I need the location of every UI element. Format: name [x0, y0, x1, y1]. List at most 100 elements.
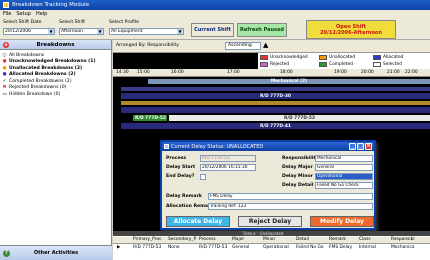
delay-remark-label: Delay Remark: [166, 194, 202, 199]
filter-label: Unallocated Breakdowns (2): [9, 65, 83, 71]
column-header[interactable]: Secondary_P: [168, 237, 196, 242]
profile-select[interactable]: All Equipment ▼: [109, 28, 184, 35]
toolbar: Select Shift Date 20/12/2006 ▼ Select Shi…: [0, 18, 430, 40]
table-cell: R/D 777D-53: [133, 245, 162, 250]
delay-major-select[interactable]: General: [315, 164, 373, 171]
breakdown-bar[interactable]: R/D 777D-52: [133, 115, 167, 121]
menu-setup[interactable]: Setup: [16, 11, 31, 17]
chevron-down-icon: ▼: [97, 29, 103, 34]
delay-detail-select[interactable]: Failed No Go Check: [315, 182, 373, 189]
responsibility-select[interactable]: Mechanical: [315, 155, 373, 162]
other-activities-button[interactable]: ? Other Activities: [0, 245, 112, 260]
refresh-paused-button[interactable]: Refresh Paused: [237, 23, 287, 37]
pointer-icon: ▲: [263, 41, 269, 49]
shift-select[interactable]: Afternoon ▼: [59, 28, 104, 35]
delay-detail-label: Delay Detail: [282, 183, 314, 188]
chevron-down-icon: ▼: [177, 29, 183, 34]
column-header[interactable]: Process: [199, 237, 216, 242]
delay-remark-field[interactable]: FMS Delay: [208, 193, 373, 200]
end-delay-label: End Delay?: [166, 174, 195, 179]
column-header[interactable]: Minor: [263, 237, 275, 242]
dialog-title: Current Delay Status: UNALLOCATED: [171, 143, 264, 150]
shift-date-select[interactable]: 20/12/2006 ▼: [3, 28, 55, 35]
hidden-icon: ▭: [2, 91, 7, 97]
gantt-rows: Mechanical (2) R/D 777D-30 R/D 777D-52 R…: [113, 77, 430, 134]
status-legend: Unacknowledged Unallocated Allocated Rej…: [258, 53, 430, 69]
process-label: Process: [166, 156, 187, 161]
minimize-icon[interactable]: _: [349, 143, 356, 150]
app-icon: [3, 2, 9, 8]
legend-label: Rejected: [270, 62, 290, 67]
shift-date-label: Select Shift Date: [3, 20, 42, 25]
time-tick: 15:00: [137, 70, 150, 75]
column-header[interactable]: Remark: [329, 237, 346, 242]
status-dot-icon: ●: [2, 65, 7, 71]
column-header[interactable]: Major: [232, 237, 244, 242]
table-cell: FMS Delay: [329, 245, 353, 250]
time-tick: 14:30: [116, 70, 129, 75]
status-dot-icon: ●: [2, 72, 7, 78]
table-cell: Mechanica: [391, 245, 415, 250]
breakdown-bar-selected[interactable]: R/D 777D-53: [169, 115, 430, 121]
shift-value: Afternoon: [61, 29, 83, 34]
breakdown-bar[interactable]: R/D 777D-30: [121, 93, 430, 99]
modify-delay-button[interactable]: Modify Delay: [310, 216, 374, 227]
sidebar-header: ✖ Breakdowns: [0, 40, 111, 50]
filter-hidden[interactable]: ▭ Hidden Breakdown (0): [2, 91, 109, 98]
breakdowns-sidebar: ✖ Breakdowns ○ All Breakdowns ● Unacknowle…: [0, 40, 112, 260]
close-icon[interactable]: ×: [365, 143, 372, 150]
check-icon: ✔: [2, 78, 7, 84]
column-header[interactable]: Primary_Proc: [133, 237, 162, 242]
menu-bar: File Setup Help: [0, 10, 430, 18]
swatch: [260, 62, 268, 67]
legend-unallocated: Unallocated: [319, 54, 355, 61]
shift-label: Select Shift: [59, 20, 86, 25]
delay-minor-select[interactable]: Operational: [315, 173, 373, 180]
legend-label: Completed: [329, 62, 353, 67]
breakdown-bar[interactable]: [121, 107, 430, 113]
time-tick: 16:00: [171, 70, 184, 75]
cross-icon: ✖: [2, 85, 7, 91]
filter-label: Rejected Breakdowns (0): [9, 85, 67, 91]
menu-help[interactable]: Help: [36, 11, 47, 17]
window-title: Breakdown Tracking Module: [12, 2, 90, 8]
filter-label: All Breakdowns: [9, 52, 45, 58]
table-cell: General: [232, 245, 250, 250]
menu-file[interactable]: File: [3, 11, 11, 17]
table-row[interactable]: ▶ R/D 777D-53 None R/D 777D-53 General O…: [113, 245, 430, 252]
time-tick: 20:00: [361, 70, 374, 75]
reject-delay-button[interactable]: Reject Delay: [238, 216, 302, 227]
time-tick: 19:00: [334, 70, 347, 75]
legend-rejected: Rejected: [260, 61, 289, 68]
track-line: [121, 101, 430, 105]
current-shift-button[interactable]: Current Shift: [191, 23, 234, 37]
sort-order-select[interactable]: Ascending: [225, 42, 261, 50]
column-header[interactable]: Class: [359, 237, 371, 242]
legend-label: Allocated: [383, 55, 404, 60]
allocation-remark-field[interactable]: Training Ref: 123: [208, 203, 373, 210]
process-field: R/D 777D-53: [200, 155, 256, 162]
filter-label: Allocated Breakdowns (2): [9, 72, 76, 78]
group-header: Mechanical (2): [148, 79, 430, 84]
dialog-icon: [164, 144, 169, 149]
allocate-delay-button[interactable]: Allocate Delay: [166, 216, 230, 227]
breakdown-bar[interactable]: R/D 777D-41: [121, 123, 430, 129]
table-cell: Failed No Go: [296, 245, 324, 250]
column-header[interactable]: Responsibi: [391, 237, 415, 242]
maximize-icon[interactable]: □: [357, 143, 364, 150]
end-delay-checkbox[interactable]: [200, 174, 206, 180]
swatch: [260, 55, 268, 60]
time-tick: 17:00: [227, 70, 240, 75]
time-tick: 21:00: [387, 70, 400, 75]
delay-start-label: Delay Start: [166, 165, 196, 170]
table-cell: Internal: [359, 245, 376, 250]
delay-start-field[interactable]: 20/12/2006 16:15:30: [200, 164, 256, 171]
delay-grid: Status : Unallocated Primary_Proc Second…: [113, 231, 430, 260]
column-header[interactable]: Detail: [296, 237, 309, 242]
chevron-down-icon: ▼: [48, 29, 54, 34]
swatch: [373, 55, 381, 60]
shift-date-value: 20/12/2006: [5, 29, 31, 34]
table-cell: R/D 777D-53: [199, 245, 228, 250]
legend-label: Unallocated: [329, 55, 356, 60]
filter-unacknowledged[interactable]: ● Unacknowledged Breakdowns (1): [2, 59, 109, 66]
